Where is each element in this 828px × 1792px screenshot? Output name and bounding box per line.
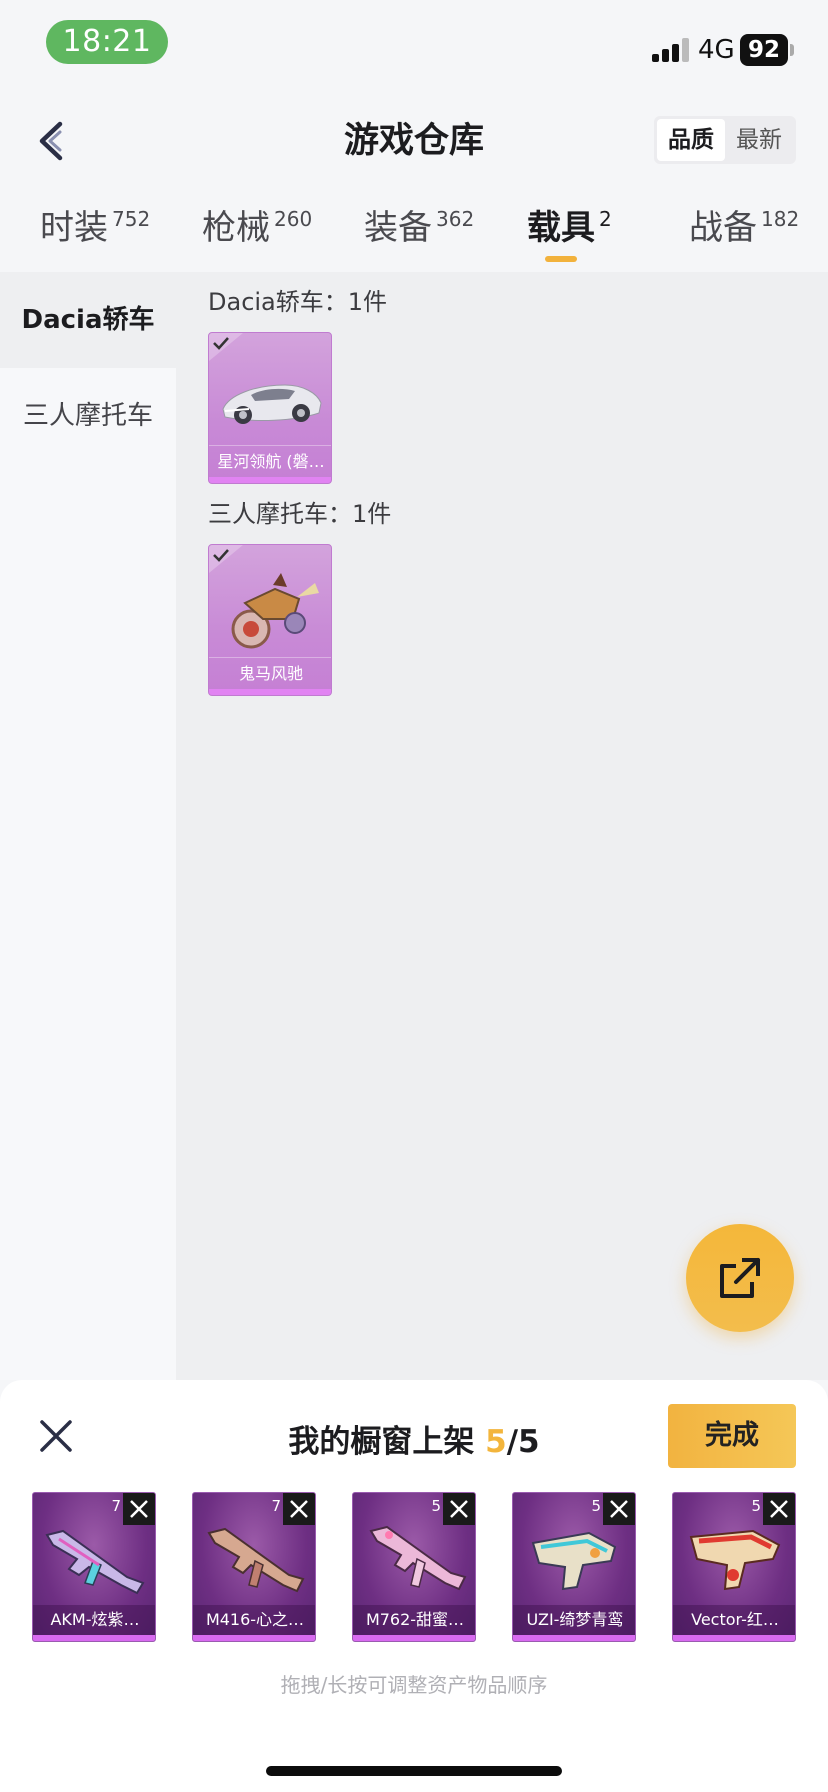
item-name: M762-甜蜜… <box>353 1605 475 1635</box>
section-title-dacia: Dacia轿车：1件 <box>208 288 388 316</box>
section-title-trike: 三人摩托车：1件 <box>208 500 392 528</box>
network-type: 4G <box>698 35 735 65</box>
share-icon <box>720 1258 760 1298</box>
close-icon <box>130 1500 148 1518</box>
item-level: 5 <box>591 1497 601 1515</box>
sort-by-quality[interactable]: 品质 <box>657 119 725 161</box>
remove-item-button[interactable] <box>123 1493 155 1525</box>
tab-equipment[interactable]: 装备 362 <box>364 204 474 254</box>
tab-count: 752 <box>112 207 151 231</box>
item-name: 星河领航 (磐… <box>209 445 331 477</box>
reorder-hint: 拖拽/长按可调整资产物品顺序 <box>280 1673 548 1697</box>
tab-label: 枪械 <box>202 208 270 248</box>
header: 游戏仓库 品质 最新 <box>0 96 828 186</box>
close-icon <box>290 1500 308 1518</box>
showcase-title-text: 我的橱窗上架 <box>288 1424 486 1460</box>
tab-count: 2 <box>599 207 612 231</box>
close-icon <box>770 1500 788 1518</box>
tab-label: 时装 <box>40 208 108 248</box>
showcase-item[interactable]: 5 UZI-绮梦青鸾 <box>512 1492 636 1642</box>
signal-icon <box>652 38 690 62</box>
remove-item-button[interactable] <box>763 1493 795 1525</box>
vehicle-card[interactable]: 鬼马风驰 <box>208 544 332 696</box>
remove-item-button[interactable] <box>283 1493 315 1525</box>
sort-toggle: 品质 最新 <box>654 116 796 164</box>
motorcycle-icon <box>231 573 319 649</box>
rarity-bar <box>673 1635 795 1641</box>
rarity-bar <box>193 1635 315 1641</box>
item-level: 5 <box>431 1497 441 1515</box>
item-name: Vector-红… <box>673 1605 795 1635</box>
category-tabs: 时装 752 枪械 260 装备 362 载具 2 战备 182 <box>0 196 828 268</box>
remove-item-button[interactable] <box>443 1493 475 1525</box>
status-bar: 18:21 4G 92 <box>0 0 828 96</box>
home-indicator[interactable] <box>266 1766 562 1776</box>
showcase-item[interactable]: 7 M416-心之… <box>192 1492 316 1642</box>
rarity-bar <box>209 689 331 695</box>
item-name: M416-心之… <box>193 1605 315 1635</box>
tab-label: 战备 <box>689 208 757 248</box>
tab-supplies[interactable]: 战备 182 <box>689 204 799 254</box>
rifle-icon <box>369 1525 467 1591</box>
showcase-count-total: /5 <box>506 1424 540 1460</box>
rifle-icon <box>207 1527 305 1593</box>
showcase-item[interactable]: 5 M762-甜蜜… <box>352 1492 476 1642</box>
item-level: 7 <box>271 1497 281 1515</box>
showcase-sheet: 我的橱窗上架 5/5 完成 7 AKM-炫紫… 7 M416-心之… 5 M76… <box>0 1380 828 1792</box>
close-icon <box>450 1500 468 1518</box>
rifle-icon <box>45 1529 145 1595</box>
smg-icon <box>531 1531 617 1591</box>
item-level: 5 <box>751 1497 761 1515</box>
item-name: UZI-绮梦青鸾 <box>513 1605 635 1635</box>
tab-count: 362 <box>436 207 475 231</box>
rarity-bar <box>209 477 331 483</box>
item-level: 7 <box>111 1497 121 1515</box>
rarity-bar <box>513 1635 635 1641</box>
tab-label: 装备 <box>364 208 432 248</box>
side-item-dacia[interactable]: Dacia轿车 <box>0 272 176 368</box>
tab-vehicles[interactable]: 载具 2 <box>527 204 612 254</box>
share-button[interactable] <box>686 1224 794 1332</box>
battery-tip <box>790 44 794 56</box>
tab-count: 260 <box>274 207 313 231</box>
vehicle-list: Dacia轿车：1件 星河领航 (磐… 三人摩托车：1件 鬼马风驰 <box>176 272 828 1380</box>
rarity-bar <box>353 1635 475 1641</box>
item-name: AKM-炫紫… <box>33 1605 155 1635</box>
showcase-count-current: 5 <box>485 1424 507 1460</box>
side-nav: Dacia轿车 三人摩托车 <box>0 272 176 1380</box>
rarity-bar <box>33 1635 155 1641</box>
tab-count: 182 <box>761 207 800 231</box>
tab-label: 载具 <box>527 208 595 248</box>
tab-firearms[interactable]: 枪械 260 <box>202 204 312 254</box>
done-button[interactable]: 完成 <box>668 1404 796 1468</box>
sports-car-icon <box>222 384 322 424</box>
showcase-item[interactable]: 7 AKM-炫紫… <box>32 1492 156 1642</box>
status-time: 18:21 <box>46 20 168 64</box>
tab-fashion[interactable]: 时装 752 <box>40 204 150 254</box>
item-name: 鬼马风驰 <box>209 657 331 689</box>
vehicle-card[interactable]: 星河领航 (磐… <box>208 332 332 484</box>
side-item-trike[interactable]: 三人摩托车 <box>0 368 176 464</box>
showcase-item[interactable]: 5 Vector-红… <box>672 1492 796 1642</box>
smg-icon <box>689 1529 781 1591</box>
active-tab-indicator <box>545 256 577 262</box>
remove-item-button[interactable] <box>603 1493 635 1525</box>
sort-by-newest[interactable]: 最新 <box>725 119 793 161</box>
battery-icon: 92 <box>740 34 788 66</box>
close-icon <box>610 1500 628 1518</box>
